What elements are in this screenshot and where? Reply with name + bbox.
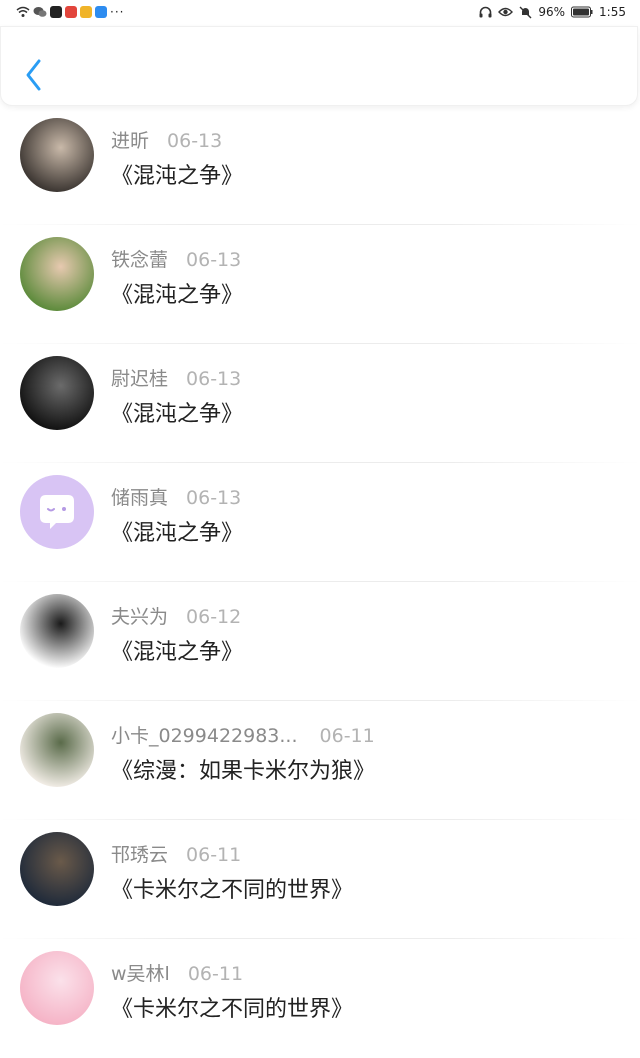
post-date: 06-13: [186, 487, 242, 509]
avatar[interactable]: [20, 713, 94, 787]
item-meta: 邗琇云 06-11: [111, 840, 241, 867]
default-avatar-chat-icon: [20, 475, 94, 549]
list-item[interactable]: w吴林l 06-11 《卡米尔之不同的世界》: [0, 939, 640, 1058]
post-date: 06-12: [186, 606, 242, 628]
eye-icon: [498, 7, 514, 17]
app-icon-black: [50, 6, 62, 18]
status-notification-icons: ···: [16, 5, 124, 19]
mute-bell-icon: [519, 6, 532, 18]
user-name: 小卡_0299422983...: [111, 725, 298, 747]
avatar[interactable]: [20, 356, 94, 430]
user-name: 进昕: [111, 130, 150, 152]
user-name: 尉迟桂: [111, 368, 169, 390]
book-title: 《综漫：如果卡米尔为狼》: [111, 759, 376, 784]
chevron-left-icon: [26, 59, 41, 91]
avatar[interactable]: [20, 594, 94, 668]
user-name: 邗琇云: [111, 844, 169, 866]
list-item[interactable]: 尉迟桂 06-13 《混沌之争》: [0, 344, 640, 463]
list-item[interactable]: 夫兴为 06-12 《混沌之争》: [0, 582, 640, 701]
avatar[interactable]: [20, 951, 94, 1025]
book-title: 《混沌之争》: [111, 164, 244, 189]
list-item[interactable]: 储雨真 06-13 《混沌之争》: [0, 463, 640, 582]
top-app-bar: [0, 26, 638, 106]
item-meta: 夫兴为 06-12: [111, 602, 241, 629]
headphones-icon: [479, 6, 492, 18]
book-title: 《混沌之争》: [111, 640, 244, 665]
post-date: 06-13: [186, 368, 242, 390]
item-meta: 尉迟桂 06-13: [111, 364, 241, 391]
item-meta: 铁念蕾 06-13: [111, 245, 241, 272]
user-name: 夫兴为: [111, 606, 169, 628]
avatar[interactable]: [20, 237, 94, 311]
post-date: 06-11: [186, 844, 242, 866]
item-meta: 进昕 06-13: [111, 126, 222, 153]
user-name: 储雨真: [111, 487, 169, 509]
list-item[interactable]: 邗琇云 06-11 《卡米尔之不同的世界》: [0, 820, 640, 939]
book-title: 《混沌之争》: [111, 402, 244, 427]
battery-icon: [571, 6, 593, 18]
post-date: 06-13: [186, 249, 242, 271]
book-title: 《卡米尔之不同的世界》: [111, 878, 354, 903]
book-title: 《混沌之争》: [111, 283, 244, 308]
item-meta: w吴林l 06-11: [111, 959, 243, 986]
more-notifications-icon: ···: [110, 5, 125, 19]
battery-percent: 96%: [538, 5, 566, 19]
item-meta: 储雨真 06-13: [111, 483, 241, 510]
search-app-icon: [95, 6, 107, 18]
list-item[interactable]: 小卡_0299422983... 06-11 《综漫：如果卡米尔为狼》: [0, 701, 640, 820]
clock: 1:55: [599, 5, 626, 19]
avatar[interactable]: [20, 832, 94, 906]
post-date: 06-11: [319, 725, 375, 747]
avatar[interactable]: [20, 475, 94, 549]
app-icon-red: [65, 6, 77, 18]
avatar[interactable]: [20, 118, 94, 192]
item-meta: 小卡_0299422983... 06-11: [111, 721, 375, 748]
status-bar: ··· 96% 1:55: [0, 0, 640, 26]
user-name: 铁念蕾: [111, 249, 169, 271]
list-item[interactable]: 铁念蕾 06-13 《混沌之争》: [0, 225, 640, 344]
post-date: 06-13: [167, 130, 223, 152]
wechat-icon: [33, 7, 47, 17]
book-title: 《混沌之争》: [111, 521, 244, 546]
back-button[interactable]: [19, 55, 49, 95]
status-system-icons: 96% 1:55: [479, 5, 626, 19]
weibo-icon: [80, 6, 92, 18]
wifi-icon: [16, 6, 30, 17]
list-item[interactable]: 进昕 06-13 《混沌之争》: [0, 106, 640, 225]
book-title: 《卡米尔之不同的世界》: [111, 997, 354, 1022]
user-name: w吴林l: [111, 963, 170, 985]
comment-list: 进昕 06-13 《混沌之争》 铁念蕾 06-13 《混沌之争》 尉迟桂 06-13 …: [0, 106, 640, 1058]
post-date: 06-11: [187, 963, 244, 985]
